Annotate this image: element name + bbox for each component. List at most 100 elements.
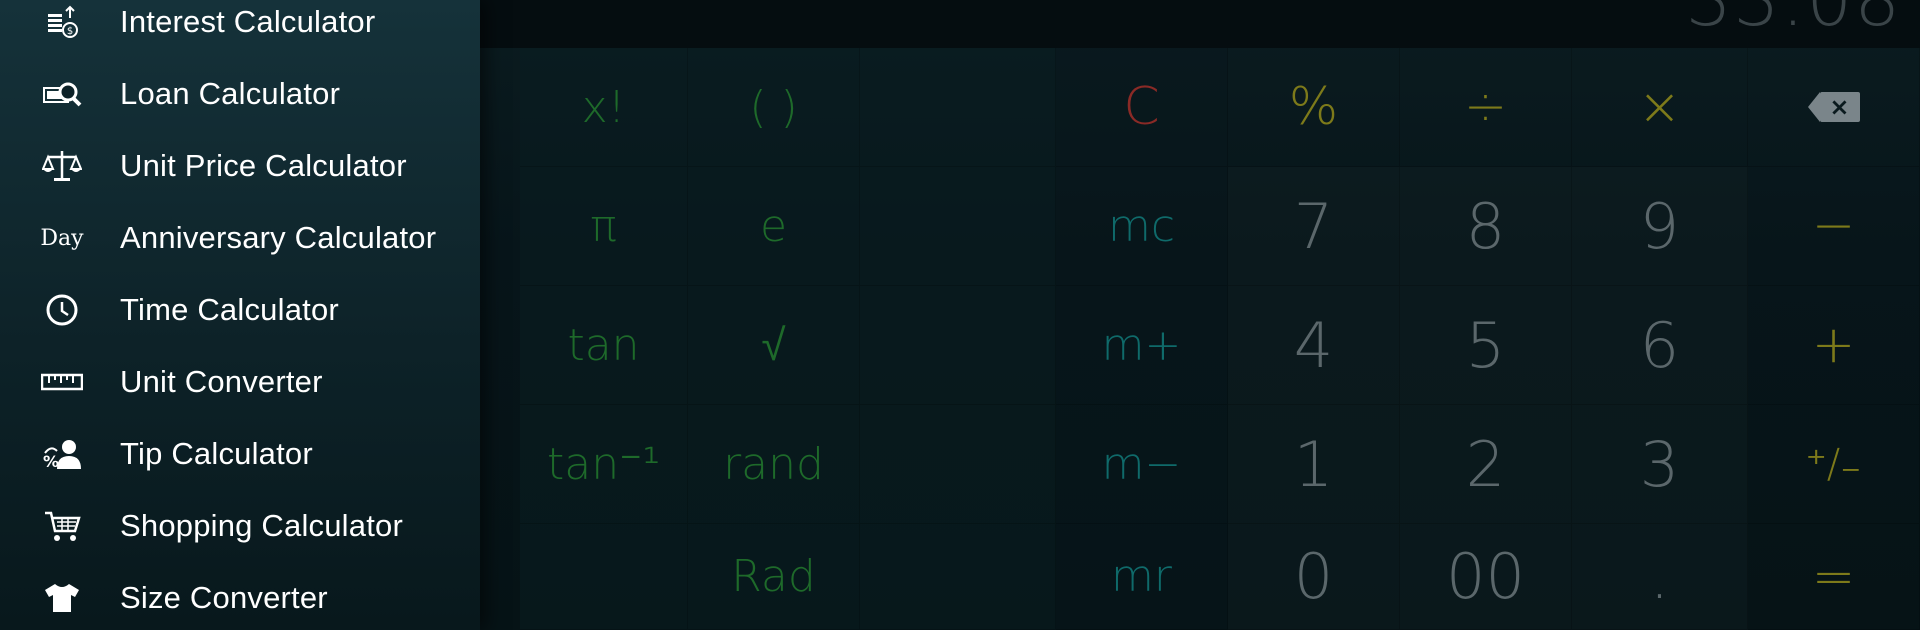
screen: 33.08 x! ( ) C % ÷ × × π e mc 7 8 9 − ta…	[0, 0, 1920, 630]
key-label: %	[1288, 77, 1339, 137]
radian-key[interactable]: Rad	[688, 524, 860, 630]
plus-minus-key[interactable]: ⁺∕₋	[1748, 405, 1920, 524]
divide-key[interactable]: ÷	[1400, 48, 1572, 167]
navigation-drawer: $ Interest Calculator Loan Calculator Un…	[0, 0, 480, 630]
key-label: 1	[1293, 427, 1334, 501]
memory-add-key[interactable]: m+	[1056, 286, 1228, 405]
key-label: 8	[1465, 189, 1506, 263]
day-icon: Day	[38, 214, 86, 262]
memory-clear-key[interactable]: mc	[1056, 167, 1228, 286]
digit-0-key[interactable]: 0	[1228, 524, 1400, 630]
empty-key	[860, 48, 1056, 167]
digit-9-key[interactable]: 9	[1572, 167, 1748, 286]
menu-item-time-calculator[interactable]: Time Calculator	[0, 274, 480, 346]
empty-key	[860, 524, 1056, 630]
backspace-key[interactable]: ×	[1748, 48, 1920, 167]
parentheses-key[interactable]: ( )	[688, 48, 860, 167]
empty-key	[520, 524, 688, 630]
digit-2-key[interactable]: 2	[1400, 405, 1572, 524]
minus-key[interactable]: −	[1748, 167, 1920, 286]
empty-key	[860, 167, 1056, 286]
key-label: 6	[1639, 308, 1680, 382]
key-label: ×	[1637, 77, 1682, 137]
menu-item-label: Interest Calculator	[120, 4, 376, 39]
menu-item-label: Time Calculator	[120, 292, 339, 327]
digit-8-key[interactable]: 8	[1400, 167, 1572, 286]
menu-item-label: Tip Calculator	[120, 436, 313, 471]
menu-item-size-converter[interactable]: Size Converter	[0, 562, 480, 630]
key-label: mr	[1111, 551, 1172, 602]
menu-item-label: Anniversary Calculator	[120, 220, 437, 255]
multiply-key[interactable]: ×	[1572, 48, 1748, 167]
cart-icon	[38, 502, 86, 550]
digit-1-key[interactable]: 1	[1228, 405, 1400, 524]
shirt-icon	[38, 574, 86, 622]
digit-00-key[interactable]: 00	[1400, 524, 1572, 630]
memory-subtract-key[interactable]: m−	[1056, 405, 1228, 524]
interest-icon: $	[38, 0, 86, 46]
key-label: √	[761, 319, 786, 371]
pi-key[interactable]: π	[520, 167, 688, 286]
key-label: π	[590, 200, 617, 252]
menu-item-label: Size Converter	[120, 580, 328, 615]
empty-key	[860, 405, 1056, 524]
key-label: tan	[567, 319, 640, 371]
loan-icon	[38, 70, 86, 118]
key-label: 5	[1465, 308, 1506, 382]
key-label: m−	[1101, 438, 1182, 490]
key-label: e	[759, 200, 788, 252]
equals-key[interactable]: =	[1748, 524, 1920, 630]
day-icon-text: Day	[40, 225, 84, 251]
scale-icon	[38, 142, 86, 190]
plus-key[interactable]: +	[1748, 286, 1920, 405]
key-label: 9	[1639, 189, 1680, 263]
menu-item-label: Shopping Calculator	[120, 508, 403, 543]
key-label: .	[1649, 540, 1670, 613]
empty-key	[860, 286, 1056, 405]
factorial-key[interactable]: x!	[520, 48, 688, 167]
clock-icon	[38, 286, 86, 334]
svg-text:$: $	[67, 26, 73, 37]
menu-item-anniversary-calculator[interactable]: Day Anniversary Calculator	[0, 202, 480, 274]
key-label: C	[1123, 77, 1160, 137]
arctan-key[interactable]: tan⁻¹	[520, 405, 688, 524]
menu-item-unit-price-calculator[interactable]: Unit Price Calculator	[0, 130, 480, 202]
menu-item-tip-calculator[interactable]: % Tip Calculator	[0, 418, 480, 490]
ruler-icon	[38, 358, 86, 406]
menu-item-interest-calculator[interactable]: $ Interest Calculator	[0, 0, 480, 58]
menu-item-loan-calculator[interactable]: Loan Calculator	[0, 58, 480, 130]
key-label: ÷	[1463, 77, 1508, 137]
key-label: 00	[1446, 540, 1525, 613]
key-label: x!	[581, 81, 626, 133]
e-key[interactable]: e	[688, 167, 860, 286]
memory-recall-key[interactable]: mr	[1056, 524, 1228, 630]
digit-6-key[interactable]: 6	[1572, 286, 1748, 405]
tan-key[interactable]: tan	[520, 286, 688, 405]
clear-key[interactable]: C	[1056, 48, 1228, 167]
key-label: 3	[1639, 427, 1680, 501]
digit-5-key[interactable]: 5	[1400, 286, 1572, 405]
menu-item-shopping-calculator[interactable]: Shopping Calculator	[0, 490, 480, 562]
key-label: =	[1811, 546, 1856, 607]
key-label: +	[1811, 315, 1856, 375]
key-label: 7	[1293, 189, 1334, 263]
key-label: 0	[1293, 540, 1334, 613]
digit-7-key[interactable]: 7	[1228, 167, 1400, 286]
menu-item-unit-converter[interactable]: Unit Converter	[0, 346, 480, 418]
key-label: rand	[723, 438, 824, 490]
key-label: tan⁻¹	[547, 438, 660, 490]
menu-item-label: Loan Calculator	[120, 76, 341, 111]
key-label: 2	[1465, 427, 1506, 501]
digit-3-key[interactable]: 3	[1572, 405, 1748, 524]
display-value: 33.08	[1685, 0, 1902, 42]
backspace-icon: ×	[1807, 92, 1860, 122]
sqrt-key[interactable]: √	[688, 286, 860, 405]
percent-key[interactable]: %	[1228, 48, 1400, 167]
random-key[interactable]: rand	[688, 405, 860, 524]
tip-icon: %	[38, 430, 86, 478]
digit-4-key[interactable]: 4	[1228, 286, 1400, 405]
menu-item-label: Unit Price Calculator	[120, 148, 407, 183]
key-label: 4	[1293, 308, 1334, 382]
decimal-key[interactable]: .	[1572, 524, 1748, 630]
menu-item-label: Unit Converter	[120, 364, 323, 399]
